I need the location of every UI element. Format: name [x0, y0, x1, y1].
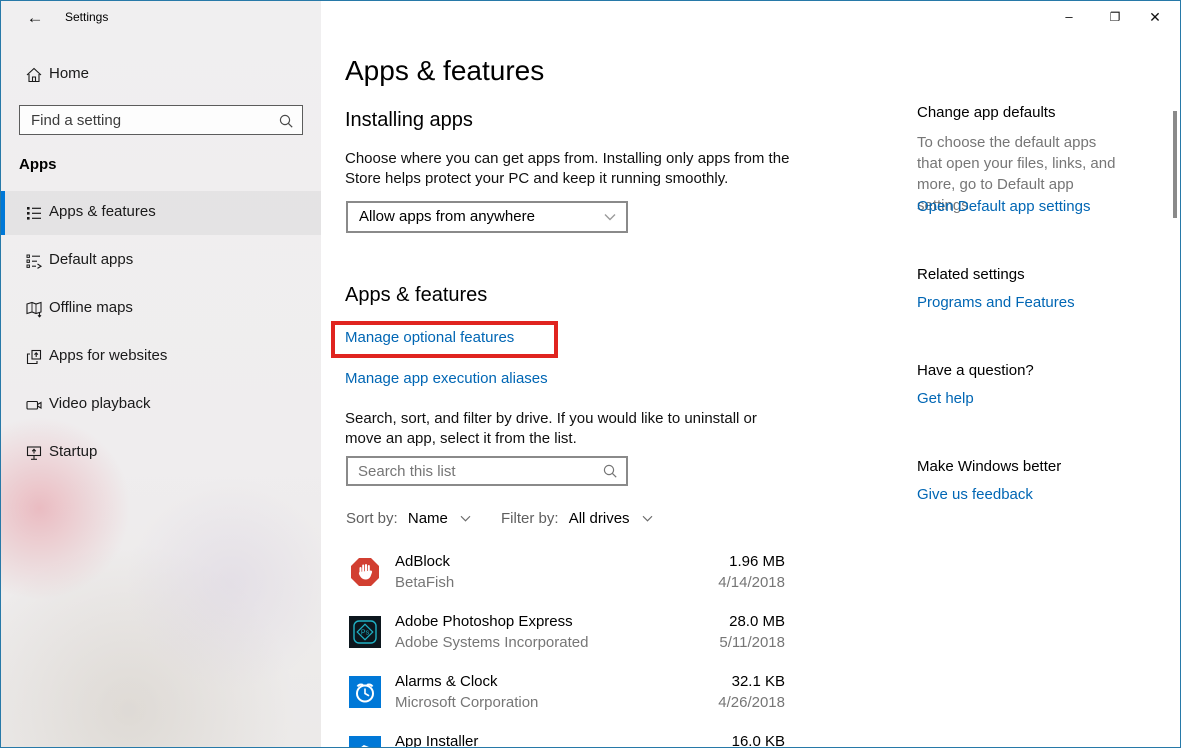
photoshop-express-app-icon: Ps [349, 616, 381, 648]
app-date: 5/11/2018 [719, 634, 785, 651]
app-row-app-installer[interactable]: App Installer 16.0 KB [345, 729, 785, 748]
sidebar-item-label: Offline maps [49, 299, 133, 316]
search-icon [602, 463, 618, 479]
filter-by-label: Filter by: [501, 510, 559, 527]
app-name: Adobe Photoshop Express [395, 613, 573, 630]
search-this-list-box [346, 456, 628, 486]
sidebar-item-label: Video playback [49, 395, 150, 412]
have-a-question-heading: Have a question? [917, 362, 1034, 379]
app-size: 32.1 KB [732, 673, 785, 690]
sidebar-item-home[interactable]: Home [1, 57, 321, 95]
sidebar-item-label: Startup [49, 443, 97, 460]
make-windows-better-heading: Make Windows better [917, 458, 1061, 475]
sidebar-item-label: Apps for websites [49, 347, 167, 364]
find-setting-input[interactable] [20, 106, 302, 134]
search-this-list-input[interactable] [348, 458, 626, 484]
app-size: 16.0 KB [732, 733, 785, 748]
sidebar-item-apps-features[interactable]: Apps & features [1, 191, 321, 235]
app-date: 4/14/2018 [718, 574, 785, 591]
svg-text:Ps: Ps [361, 630, 370, 637]
app-source-dropdown[interactable]: Allow apps from anywhere [346, 201, 628, 233]
sidebar-item-label: Apps & features [49, 203, 156, 220]
alarms-clock-app-icon [349, 676, 381, 708]
give-us-feedback-link[interactable]: Give us feedback [917, 486, 1033, 503]
home-icon [25, 66, 43, 84]
app-size: 1.96 MB [729, 553, 785, 570]
app-name: Alarms & Clock [395, 673, 498, 690]
sidebar-item-video-playback[interactable]: Video playback [1, 383, 321, 427]
chevron-down-icon [642, 514, 653, 523]
back-button[interactable]: ← [21, 6, 49, 30]
sidebar-section-header: Apps [19, 156, 57, 173]
search-icon [278, 113, 294, 129]
manage-app-execution-aliases-link[interactable]: Manage app execution aliases [345, 370, 548, 387]
sidebar-item-offline-maps[interactable]: Offline maps [1, 287, 321, 331]
settings-window: ← Settings Home Apps Apps & features [0, 0, 1181, 748]
search-sort-description: Search, sort, and filter by drive. If yo… [345, 409, 797, 449]
app-publisher: Microsoft Corporation [395, 694, 538, 711]
sort-by-value: Name [408, 510, 448, 527]
programs-and-features-link[interactable]: Programs and Features [917, 294, 1075, 311]
filter-by-value: All drives [569, 510, 630, 527]
default-apps-icon [25, 252, 43, 270]
app-row-alarms-clock[interactable]: Alarms & Clock Microsoft Corporation 32.… [345, 669, 785, 729]
vertical-scrollbar-thumb[interactable] [1173, 111, 1177, 218]
app-publisher: Adobe Systems Incorporated [395, 634, 588, 651]
sort-by-label: Sort by: [346, 510, 398, 527]
open-default-app-settings-link[interactable]: Open Default app settings [917, 198, 1090, 215]
app-row-photoshop-express[interactable]: Ps Adobe Photoshop Express Adobe Systems… [345, 609, 785, 669]
app-name: App Installer [395, 733, 478, 748]
sort-filter-bar: Sort by: Name Filter by: All drives [346, 510, 786, 532]
sidebar-item-apps-for-websites[interactable]: Apps for websites [1, 335, 321, 379]
chevron-down-icon [460, 514, 471, 523]
close-button[interactable]: ✕ [1138, 5, 1172, 29]
offline-maps-icon [25, 300, 43, 318]
chevron-down-icon [604, 212, 616, 222]
sidebar-item-default-apps[interactable]: Default apps [1, 239, 321, 283]
minimize-button[interactable]: – [1052, 5, 1086, 29]
apps-features-icon [25, 204, 43, 222]
sort-by-dropdown[interactable]: Sort by: Name [346, 510, 471, 527]
apps-features-section-heading: Apps & features [345, 284, 487, 307]
sidebar-item-startup[interactable]: Startup [1, 431, 321, 475]
sidebar-item-label: Default apps [49, 251, 133, 268]
app-source-dropdown-value: Allow apps from anywhere [359, 208, 535, 225]
titlebar-left: ← Settings [1, 1, 321, 35]
video-playback-icon [25, 396, 43, 414]
find-setting-searchbox [19, 105, 303, 135]
startup-icon [25, 444, 43, 462]
app-size: 28.0 MB [729, 613, 785, 630]
adblock-app-icon [349, 556, 381, 588]
window-title: Settings [65, 10, 108, 24]
sidebar-home-label: Home [49, 65, 89, 82]
sidebar: ← Settings Home Apps Apps & features [1, 1, 321, 747]
app-installer-app-icon [349, 736, 381, 748]
get-help-link[interactable]: Get help [917, 390, 974, 407]
app-publisher: BetaFish [395, 574, 454, 591]
filter-by-dropdown[interactable]: Filter by: All drives [501, 510, 653, 527]
related-settings-heading: Related settings [917, 266, 1025, 283]
app-row-adblock[interactable]: AdBlock BetaFish 1.96 MB 4/14/2018 [345, 549, 785, 609]
app-date: 4/26/2018 [718, 694, 785, 711]
change-app-defaults-heading: Change app defaults [917, 104, 1055, 121]
maximize-button[interactable]: ❐ [1098, 5, 1132, 29]
app-name: AdBlock [395, 553, 450, 570]
main-content: Apps & features Installing apps Choose w… [345, 1, 805, 747]
installing-apps-heading: Installing apps [345, 109, 473, 132]
page-title: Apps & features [345, 55, 544, 87]
apps-for-websites-icon [25, 348, 43, 366]
manage-optional-features-link[interactable]: Manage optional features [345, 329, 514, 346]
installing-apps-description: Choose where you can get apps from. Inst… [345, 149, 797, 189]
